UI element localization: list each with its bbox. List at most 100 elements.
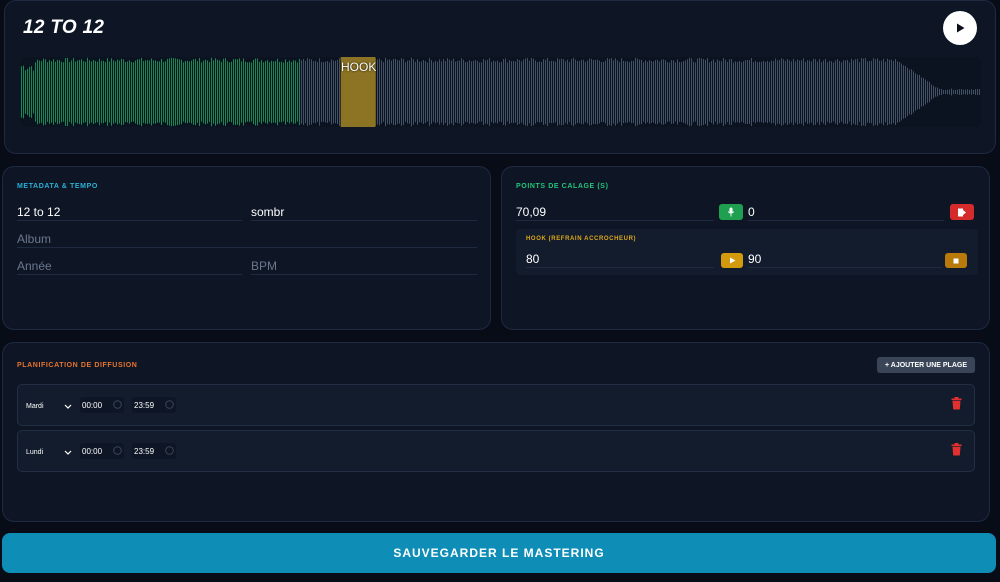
waveform-bar <box>139 59 140 125</box>
waveform-bar <box>971 89 972 95</box>
hook-play-button[interactable] <box>721 253 743 268</box>
waveform-bar <box>689 57 690 127</box>
waveform-bar <box>859 62 860 122</box>
waveform-bar <box>585 61 586 123</box>
waveform-bar <box>439 59 440 125</box>
waveform-bar <box>655 59 656 125</box>
waveform-bar <box>687 59 688 125</box>
waveform-bar <box>381 60 382 124</box>
waveform-bar <box>153 60 154 124</box>
waveform-bar <box>159 61 160 123</box>
waveform-bar <box>517 58 518 126</box>
waveform-bar <box>49 60 50 124</box>
waveform-bar <box>779 60 780 124</box>
waveform-bar <box>293 60 294 124</box>
waveform-bar <box>171 57 172 127</box>
end-time-input[interactable]: 23:59 <box>132 397 176 413</box>
day-select-value: Mardi <box>26 402 44 410</box>
waveform-bar <box>671 60 672 124</box>
add-slot-button[interactable]: + AJOUTER UNE PLAGE <box>876 357 975 373</box>
waveform-bar <box>35 62 36 122</box>
hook-start-field[interactable] <box>526 251 714 268</box>
waveform-bar <box>71 60 72 124</box>
waveform-bar <box>51 61 52 123</box>
hook-end-field[interactable] <box>748 251 942 268</box>
waveform-bar <box>245 61 246 123</box>
waveform[interactable] <box>21 57 981 127</box>
save-mastering-button[interactable]: SAUVEGARDER LE MASTERING <box>2 533 996 573</box>
waveform-bar <box>569 61 570 123</box>
waveform-bar <box>223 58 224 126</box>
set-end-button[interactable] <box>950 204 974 220</box>
waveform-bar <box>385 57 386 127</box>
waveform-bar <box>155 60 156 124</box>
waveform-bar <box>873 58 874 126</box>
play-button[interactable] <box>943 11 977 45</box>
waveform-bar <box>209 62 210 122</box>
waveform-bar <box>463 59 464 125</box>
waveform-bar <box>829 60 830 124</box>
waveform-bar <box>853 60 854 124</box>
waveform-bar <box>121 58 122 126</box>
waveform-bar <box>609 58 610 126</box>
waveform-bar <box>729 59 730 125</box>
end-point-field[interactable] <box>748 203 944 221</box>
waveform-bar <box>925 79 926 105</box>
end-time-input[interactable]: 23:59 <box>132 443 176 459</box>
waveform-bar <box>391 60 392 124</box>
microphone-icon <box>727 207 735 217</box>
waveform-bar <box>111 58 112 126</box>
waveform-bar <box>805 61 806 123</box>
delete-slot-trash-icon[interactable] <box>951 443 962 456</box>
waveform-bar <box>455 61 456 123</box>
waveform-bar <box>665 60 666 124</box>
hook-stop-button[interactable] <box>945 253 967 268</box>
waveform-bar <box>37 59 38 125</box>
waveform-bar <box>225 58 226 126</box>
waveform-bar <box>233 59 234 125</box>
waveform-bar <box>411 57 412 127</box>
waveform-bar <box>335 60 336 124</box>
waveform-bar <box>427 62 428 122</box>
waveform-bar <box>529 60 530 124</box>
waveform-bar <box>23 65 24 119</box>
waveform-bar <box>809 60 810 124</box>
waveform-bar <box>287 62 288 122</box>
waveform-bar <box>393 58 394 126</box>
waveform-bar <box>883 58 884 126</box>
year-field[interactable] <box>17 257 242 275</box>
album-field[interactable] <box>17 230 477 248</box>
metadata-panel: METADATA & TEMPO <box>2 166 491 330</box>
day-select[interactable]: Mardi <box>26 399 72 413</box>
start-point-field[interactable] <box>516 203 714 221</box>
bpm-field[interactable] <box>251 257 477 275</box>
waveform-bar <box>305 60 306 124</box>
title-field[interactable] <box>17 203 242 221</box>
day-select[interactable]: Lundi <box>26 445 72 459</box>
waveform-bar <box>795 61 796 123</box>
waveform-bar <box>731 59 732 125</box>
start-time-input[interactable]: 00:00 <box>80 443 124 459</box>
waveform-bar <box>635 57 636 127</box>
waveform-bar <box>319 58 320 126</box>
waveform-bar <box>905 65 906 119</box>
waveform-bar <box>815 59 816 125</box>
metadata-section-title: METADATA & TEMPO <box>17 183 98 190</box>
waveform-bar <box>297 62 298 122</box>
waveform-bar <box>627 61 628 123</box>
waveform-bar <box>505 58 506 126</box>
waveform-bar <box>145 60 146 124</box>
set-start-button[interactable] <box>719 204 743 220</box>
delete-slot-trash-icon[interactable] <box>951 397 962 410</box>
waveform-bar <box>491 61 492 123</box>
waveform-bar <box>485 60 486 124</box>
waveform-bar <box>705 59 706 125</box>
waveform-bar <box>793 58 794 126</box>
waveform-bar <box>69 61 70 123</box>
start-time-input[interactable]: 00:00 <box>80 397 124 413</box>
waveform-bar <box>421 61 422 123</box>
calage-panel: POINTS DE CALAGE (S) HOOK (REFRAIN ACCRO… <box>501 166 990 330</box>
waveform-bar <box>161 58 162 126</box>
genre-field[interactable] <box>251 203 477 221</box>
waveform-bar <box>639 59 640 125</box>
